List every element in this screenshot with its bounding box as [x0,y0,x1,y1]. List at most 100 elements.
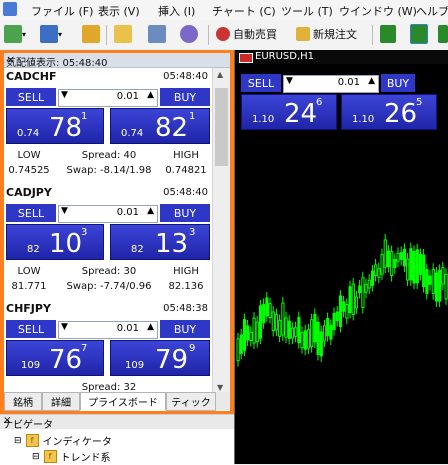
symbol-card-chfjpy: CHFJPY 05:48:38 SELL ▼ 0.01 ▲ BUY 109 76… [4,300,210,395]
chevron-down-icon[interactable]: ▼ [61,206,68,216]
ask-price-prefix: 0.74 [121,128,144,139]
menu-file[interactable]: ファイル (F) [31,3,93,19]
swap-value: Swap: -7.74/0.96 [66,281,152,292]
candle-body [274,314,279,331]
close-icon[interactable]: × [3,415,230,426]
ask-price-prefix: 82 [131,244,144,255]
bid-price[interactable]: 82 10 3 [6,224,104,260]
symbol-card-cadjpy: CADJPY 05:48:40 SELL ▼ 0.01 ▲ BUY 82 10 … [4,184,210,300]
sell-button[interactable]: SELL [6,320,56,338]
tab-price-board[interactable]: プライスボード [80,392,166,410]
menu-tools[interactable]: ツール (T) [281,3,333,19]
line-chart-icon[interactable] [438,25,448,43]
candle-body [399,252,403,260]
menu-view[interactable]: 表示 (V) [98,3,140,19]
new-order-label: 新規注文 [313,28,357,41]
candle-body [409,248,413,281]
candle-body [239,334,243,354]
chart-window[interactable]: EURUSD,H1 SELL ▼ 0.01 ▲ BUY 1.10 24 6 1.… [234,50,448,464]
lot-size-stepper[interactable]: ▼ 0.01 ▲ [58,321,158,339]
scrollbar[interactable]: ▲ ▼ [212,68,230,394]
auto-trade-button[interactable]: 自動売買 [216,24,277,44]
new-chart-icon[interactable] [4,25,22,43]
candle-body [329,325,333,340]
menu-window[interactable]: ウインドウ (W) [339,3,417,19]
symbol-time: 05:48:40 [163,71,208,82]
candle-body [425,269,429,294]
candle-body [246,325,250,341]
lot-size-value: 0.01 [116,323,139,334]
ask-price[interactable]: 0.74 82 1 [110,108,210,144]
tab-ticks[interactable]: ティック [166,392,216,411]
chevron-down-icon[interactable]: ▾ [58,30,62,39]
chevron-up-icon[interactable]: ▲ [217,70,223,79]
candle-body [354,296,359,309]
bid-price[interactable]: 109 76 7 [6,340,104,376]
candle-body [255,321,259,343]
buy-button[interactable]: BUY [160,204,210,222]
candle-body [303,330,307,350]
ask-price-pip: 9 [189,343,196,354]
candle-body [300,332,304,349]
sell-button[interactable]: SELL [6,88,56,106]
ask-price[interactable]: 82 13 3 [110,224,210,260]
close-icon[interactable]: × [6,53,226,66]
menu-insert[interactable]: 挿入 (I) [158,3,195,19]
navigator-item-trend[interactable]: ⊟ f トレンド系 [32,449,111,464]
ask-price[interactable]: 109 79 9 [110,340,210,376]
candle-body [406,258,410,281]
tab-details[interactable]: 詳細 [42,392,80,411]
chevron-up-icon[interactable]: ▲ [147,206,154,216]
candle-body [316,321,320,355]
candle-body [284,317,288,338]
bid-price-pip: 3 [81,227,88,238]
chevron-down-icon[interactable]: ▼ [61,90,68,100]
bar-chart-icon[interactable] [380,25,396,43]
sell-button[interactable]: SELL [6,204,56,222]
buy-button[interactable]: BUY [160,320,210,338]
candle-body [249,331,253,341]
folder-icon: f [25,434,39,447]
tab-symbols[interactable]: 銘柄 [4,392,42,411]
navigator-item-indicators[interactable]: ⊟ f インディケータ [14,433,112,448]
chevron-down-icon[interactable]: ▼ [61,322,68,332]
scrollbar-thumb[interactable] [215,88,228,166]
candle-body [287,320,291,339]
market-watch-icon[interactable] [82,25,100,43]
candle-body [422,254,426,288]
candle-body [294,327,298,337]
chevron-down-icon[interactable]: ▾ [22,30,26,39]
profiles-icon[interactable] [40,25,58,43]
chevron-up-icon[interactable]: ▲ [147,322,154,332]
candle-body [415,249,419,284]
menu-chart[interactable]: チャート (C) [212,3,276,19]
candle-body [290,327,295,339]
new-order-button[interactable]: 新規注文 [296,24,357,44]
bid-price[interactable]: 0.74 78 1 [6,108,104,144]
buy-button[interactable]: BUY [160,88,210,106]
chevron-down-icon[interactable]: ▼ [217,383,223,392]
ask-price-big: 79 [155,345,189,375]
chevron-up-icon[interactable]: ▲ [147,90,154,100]
collapse-icon[interactable]: ⊟ [14,436,22,446]
candle-body [281,302,285,336]
menu-help[interactable]: ヘルプ [416,3,448,19]
lot-size-stepper[interactable]: ▼ 0.01 ▲ [58,89,158,107]
terminal-icon[interactable] [148,25,166,43]
signal-icon[interactable] [180,25,198,43]
new-order-icon [296,27,310,41]
bid-price-pip: 1 [81,111,88,122]
menu-bar: ファイル (F) 表示 (V) 挿入 (I) チャート (C) ツール (T) … [0,0,448,21]
auto-trade-icon [216,27,230,41]
spread-value: Spread: 40 [81,150,137,161]
navigator-icon[interactable] [114,25,132,43]
candle-body [278,319,282,337]
symbol-name: CADCHF [6,70,57,83]
candle-body [361,277,365,308]
candle-body [396,252,400,262]
lot-size-value: 0.01 [116,91,139,102]
collapse-icon[interactable]: ⊟ [32,452,40,462]
lot-size-stepper[interactable]: ▼ 0.01 ▲ [58,205,158,223]
candle-body [370,270,375,286]
candlestick-chart-icon[interactable] [410,24,428,44]
